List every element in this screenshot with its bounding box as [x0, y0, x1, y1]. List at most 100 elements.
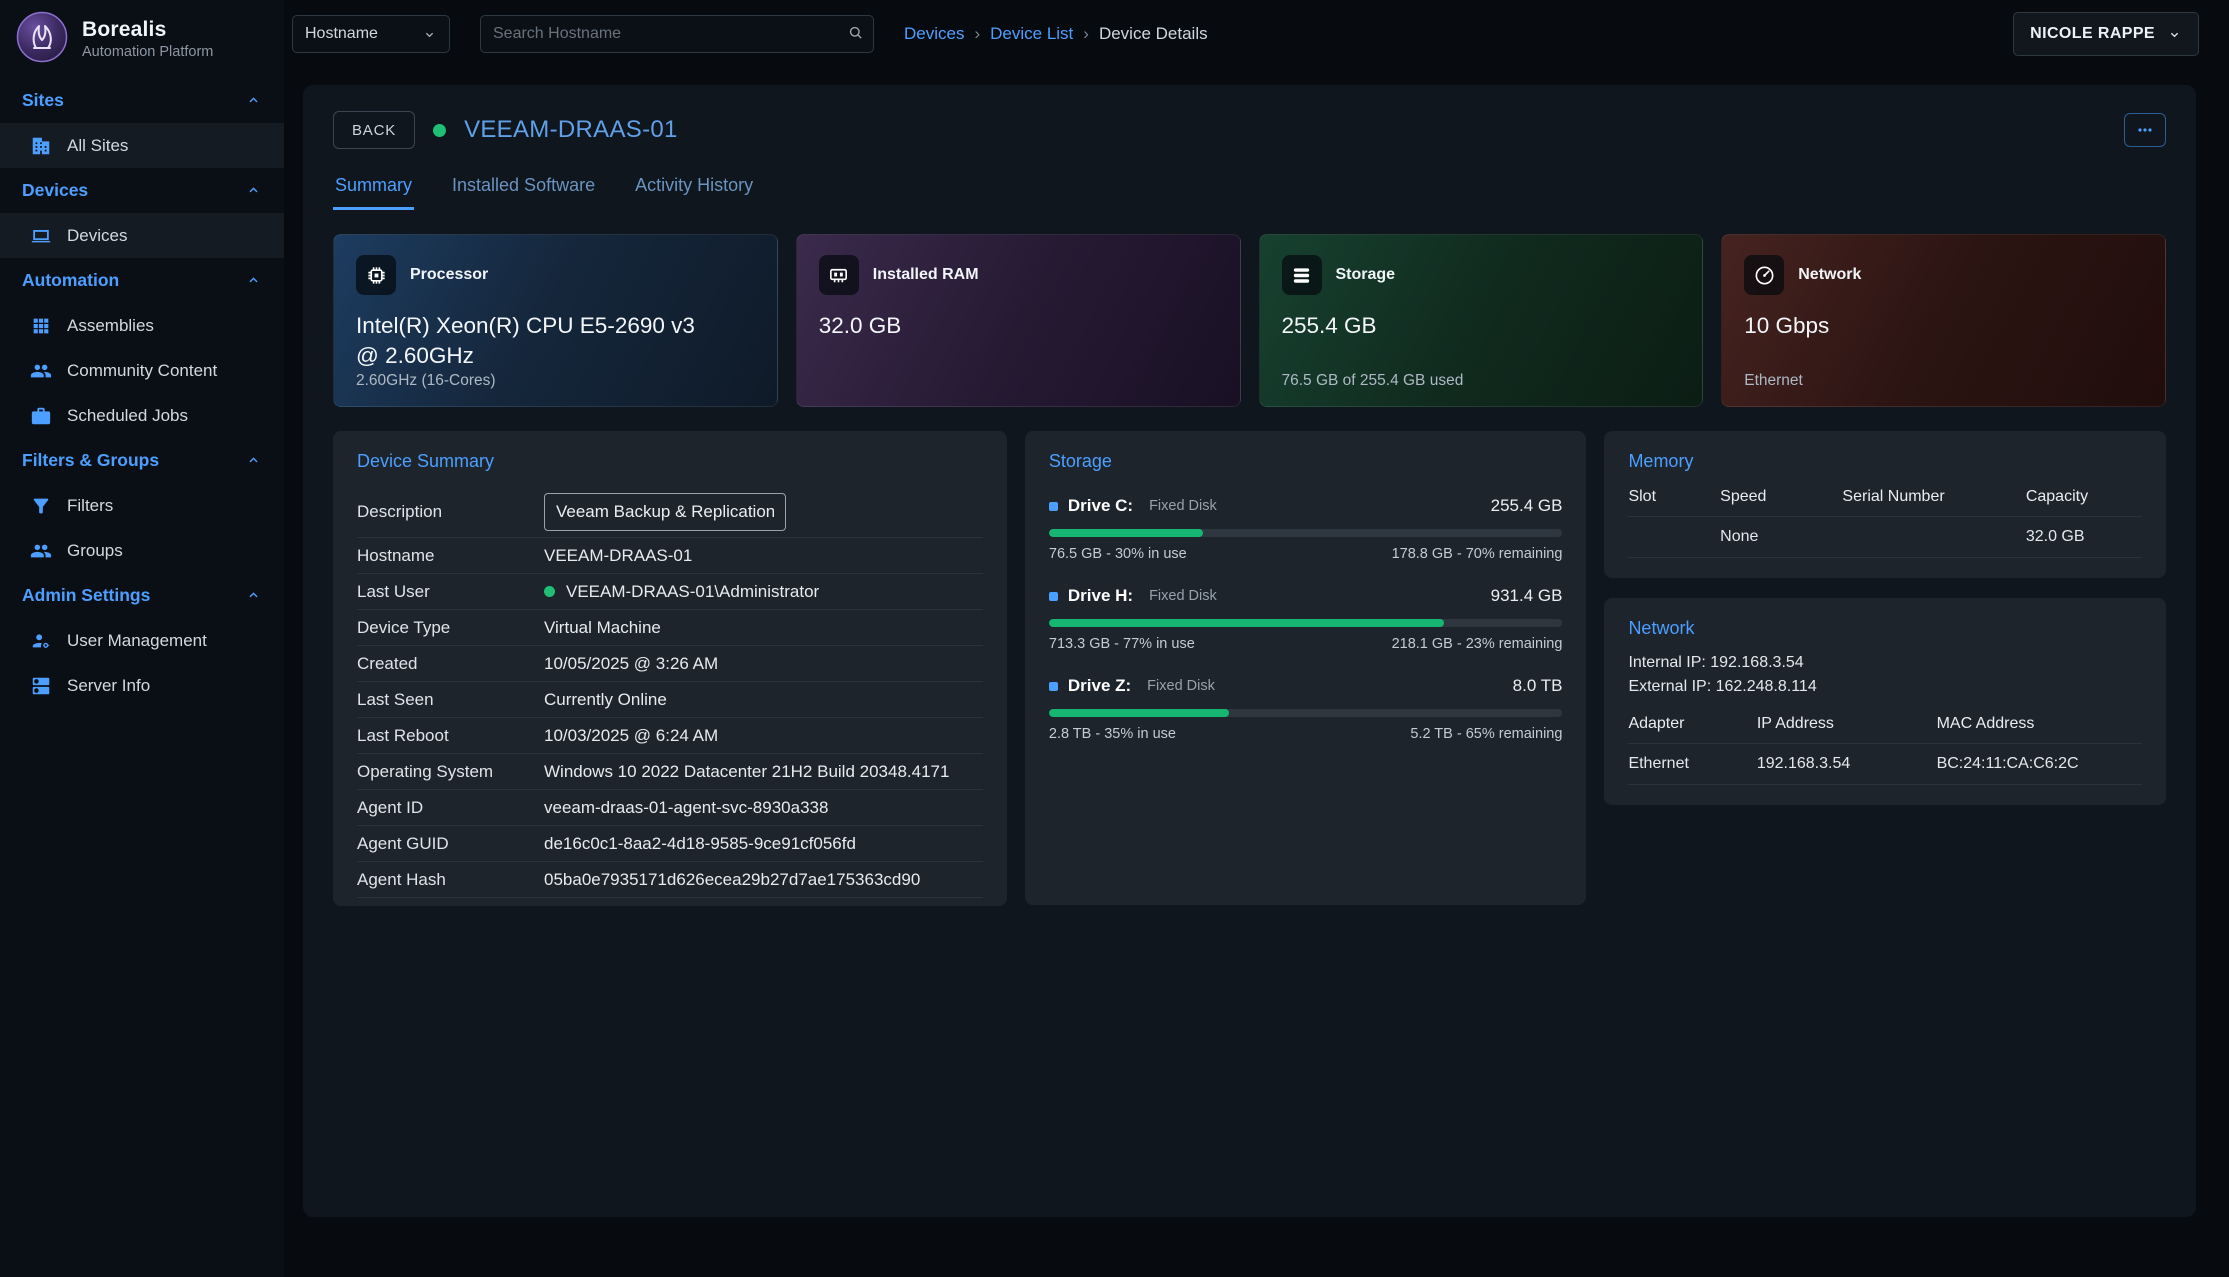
- stat-card-label: Storage: [1336, 266, 1396, 284]
- stat-card-footer: Ethernet: [1744, 372, 1803, 390]
- building-icon: [30, 135, 52, 157]
- section-label: Sites: [22, 90, 64, 111]
- sidebar: Borealis Automation Platform Sites All S…: [0, 0, 284, 1277]
- nav-item-label: Groups: [67, 541, 123, 561]
- stat-card-value: 32.0 GB: [819, 311, 1186, 341]
- user-gear-icon: [30, 630, 52, 652]
- cpu-icon: [356, 255, 396, 295]
- drive-used: 713.3 GB - 77% in use: [1049, 636, 1195, 652]
- breadcrumb-current: Device Details: [1099, 24, 1208, 44]
- search-input[interactable]: [480, 15, 874, 53]
- devices-icon: [30, 225, 52, 247]
- filter-funnel-icon: [30, 495, 52, 517]
- drive-used: 76.5 GB - 30% in use: [1049, 546, 1187, 562]
- summary-row-created: Created 10/05/2025 @ 3:26 AM: [357, 646, 983, 682]
- chevron-up-icon: [245, 272, 262, 289]
- panel-title: Storage: [1049, 451, 1563, 472]
- breadcrumb-device-list[interactable]: Device List: [990, 24, 1073, 44]
- hostname-filter-label: Hostname: [305, 25, 378, 43]
- summary-row-hostname: Hostname VEEAM-DRAAS-01: [357, 538, 983, 574]
- sidebar-item-server-info[interactable]: Server Info: [0, 663, 284, 708]
- tab-activity-history[interactable]: Activity History: [633, 175, 755, 210]
- network-table-row: Ethernet 192.168.3.54 BC:24:11:CA:C6:2C: [1628, 744, 2142, 785]
- drive-remaining: 178.8 GB - 70% remaining: [1392, 546, 1563, 562]
- description-input[interactable]: [544, 493, 786, 531]
- summary-row-agent-guid: Agent GUID de16c0c1-8aa2-4d18-9585-9ce91…: [357, 826, 983, 862]
- stat-card-value: Intel(R) Xeon(R) CPU E5-2690 v3 @ 2.60GH…: [356, 311, 723, 370]
- drive-remaining: 218.1 GB - 23% remaining: [1392, 636, 1563, 652]
- drive-bullet-icon: [1049, 592, 1058, 601]
- stat-card-network: Network 10 Gbps Ethernet: [1721, 234, 2166, 407]
- nav-item-label: Filters: [67, 496, 113, 516]
- memory-panel: Memory Slot Speed Serial Number Capacity…: [1604, 431, 2166, 578]
- more-options-button[interactable]: [2124, 113, 2166, 147]
- chevron-down-icon: [422, 27, 437, 42]
- brand-name: Borealis: [82, 18, 213, 42]
- tabs: Summary Installed Software Activity Hist…: [333, 175, 2166, 210]
- sidebar-item-scheduled-jobs[interactable]: Scheduled Jobs: [0, 393, 284, 438]
- drive-bullet-icon: [1049, 682, 1058, 691]
- summary-row-agent-id: Agent ID veeam-draas-01-agent-svc-8930a3…: [357, 790, 983, 826]
- tab-installed-software[interactable]: Installed Software: [450, 175, 597, 210]
- sidebar-item-assemblies[interactable]: Assemblies: [0, 303, 284, 348]
- sidebar-section-devices[interactable]: Devices: [0, 168, 284, 213]
- chevron-up-icon: [245, 182, 262, 199]
- drive-usage-fill: [1049, 529, 1203, 537]
- stat-card-value: 255.4 GB: [1282, 311, 1649, 341]
- network-panel: Network Internal IP: 192.168.3.54 Extern…: [1604, 598, 2166, 805]
- breadcrumb: Devices › Device List › Device Details: [904, 24, 1208, 44]
- device-details-panel: BACK VEEAM-DRAAS-01 Summary Installed So…: [303, 85, 2196, 1217]
- online-status-dot: [544, 586, 555, 597]
- sidebar-item-devices[interactable]: Devices: [0, 213, 284, 258]
- server-icon: [30, 675, 52, 697]
- drive-row: Drive C: Fixed Disk 255.4 GB 76.5 GB - 3…: [1049, 496, 1563, 562]
- chevron-up-icon: [245, 587, 262, 604]
- back-button[interactable]: BACK: [333, 111, 415, 149]
- people-icon: [30, 360, 52, 382]
- brand-subtitle: Automation Platform: [82, 44, 213, 60]
- sidebar-section-sites[interactable]: Sites: [0, 78, 284, 123]
- sidebar-item-community-content[interactable]: Community Content: [0, 348, 284, 393]
- panel-title: Memory: [1628, 451, 2142, 472]
- sidebar-section-filters-groups[interactable]: Filters & Groups: [0, 438, 284, 483]
- hostname-filter-dropdown[interactable]: Hostname: [292, 15, 450, 53]
- storage-disks-icon: [1282, 255, 1322, 295]
- grid-icon: [30, 315, 52, 337]
- drive-usage-bar: [1049, 709, 1563, 717]
- stat-card-label: Processor: [410, 266, 488, 284]
- sidebar-item-all-sites[interactable]: All Sites: [0, 123, 284, 168]
- breadcrumb-separator: ›: [1083, 24, 1089, 44]
- sidebar-item-user-management[interactable]: User Management: [0, 618, 284, 663]
- sidebar-section-automation[interactable]: Automation: [0, 258, 284, 303]
- nav-item-label: Server Info: [67, 676, 150, 696]
- sidebar-item-groups[interactable]: Groups: [0, 528, 284, 573]
- search-box: [480, 15, 874, 53]
- device-header: BACK VEEAM-DRAAS-01: [333, 111, 2166, 149]
- borealis-logo-icon: [16, 11, 68, 68]
- user-menu-button[interactable]: NICOLE RAPPE: [2013, 12, 2199, 56]
- nav-item-label: Scheduled Jobs: [67, 406, 188, 426]
- sidebar-item-filters[interactable]: Filters: [0, 483, 284, 528]
- nav-item-label: Community Content: [67, 361, 217, 381]
- summary-row-agent-hash: Agent Hash 05ba0e7935171d626ecea29b27d7a…: [357, 862, 983, 898]
- summary-row-operating-system: Operating System Windows 10 2022 Datacen…: [357, 754, 983, 790]
- section-label: Automation: [22, 270, 119, 291]
- nav-item-label: Devices: [67, 226, 127, 246]
- chevron-down-icon: [2167, 27, 2182, 42]
- chevron-up-icon: [245, 92, 262, 109]
- tab-summary[interactable]: Summary: [333, 175, 414, 210]
- network-table-header: Adapter IP Address MAC Address: [1628, 715, 2142, 744]
- drive-used: 2.8 TB - 35% in use: [1049, 726, 1176, 742]
- more-options-icon: [2135, 120, 2155, 140]
- breadcrumb-devices[interactable]: Devices: [904, 24, 964, 44]
- stat-card-label: Network: [1798, 266, 1861, 284]
- sidebar-section-admin-settings[interactable]: Admin Settings: [0, 573, 284, 618]
- nav-item-label: User Management: [67, 631, 207, 651]
- stat-card-value: 10 Gbps: [1744, 311, 2111, 341]
- summary-row-last-reboot: Last Reboot 10/03/2025 @ 6:24 AM: [357, 718, 983, 754]
- drive-usage-fill: [1049, 619, 1444, 627]
- summary-row-description: Description: [357, 486, 983, 538]
- panel-title: Device Summary: [357, 451, 983, 472]
- user-name: NICOLE RAPPE: [2030, 25, 2155, 43]
- stat-card-footer: 2.60GHz (16-Cores): [356, 372, 496, 390]
